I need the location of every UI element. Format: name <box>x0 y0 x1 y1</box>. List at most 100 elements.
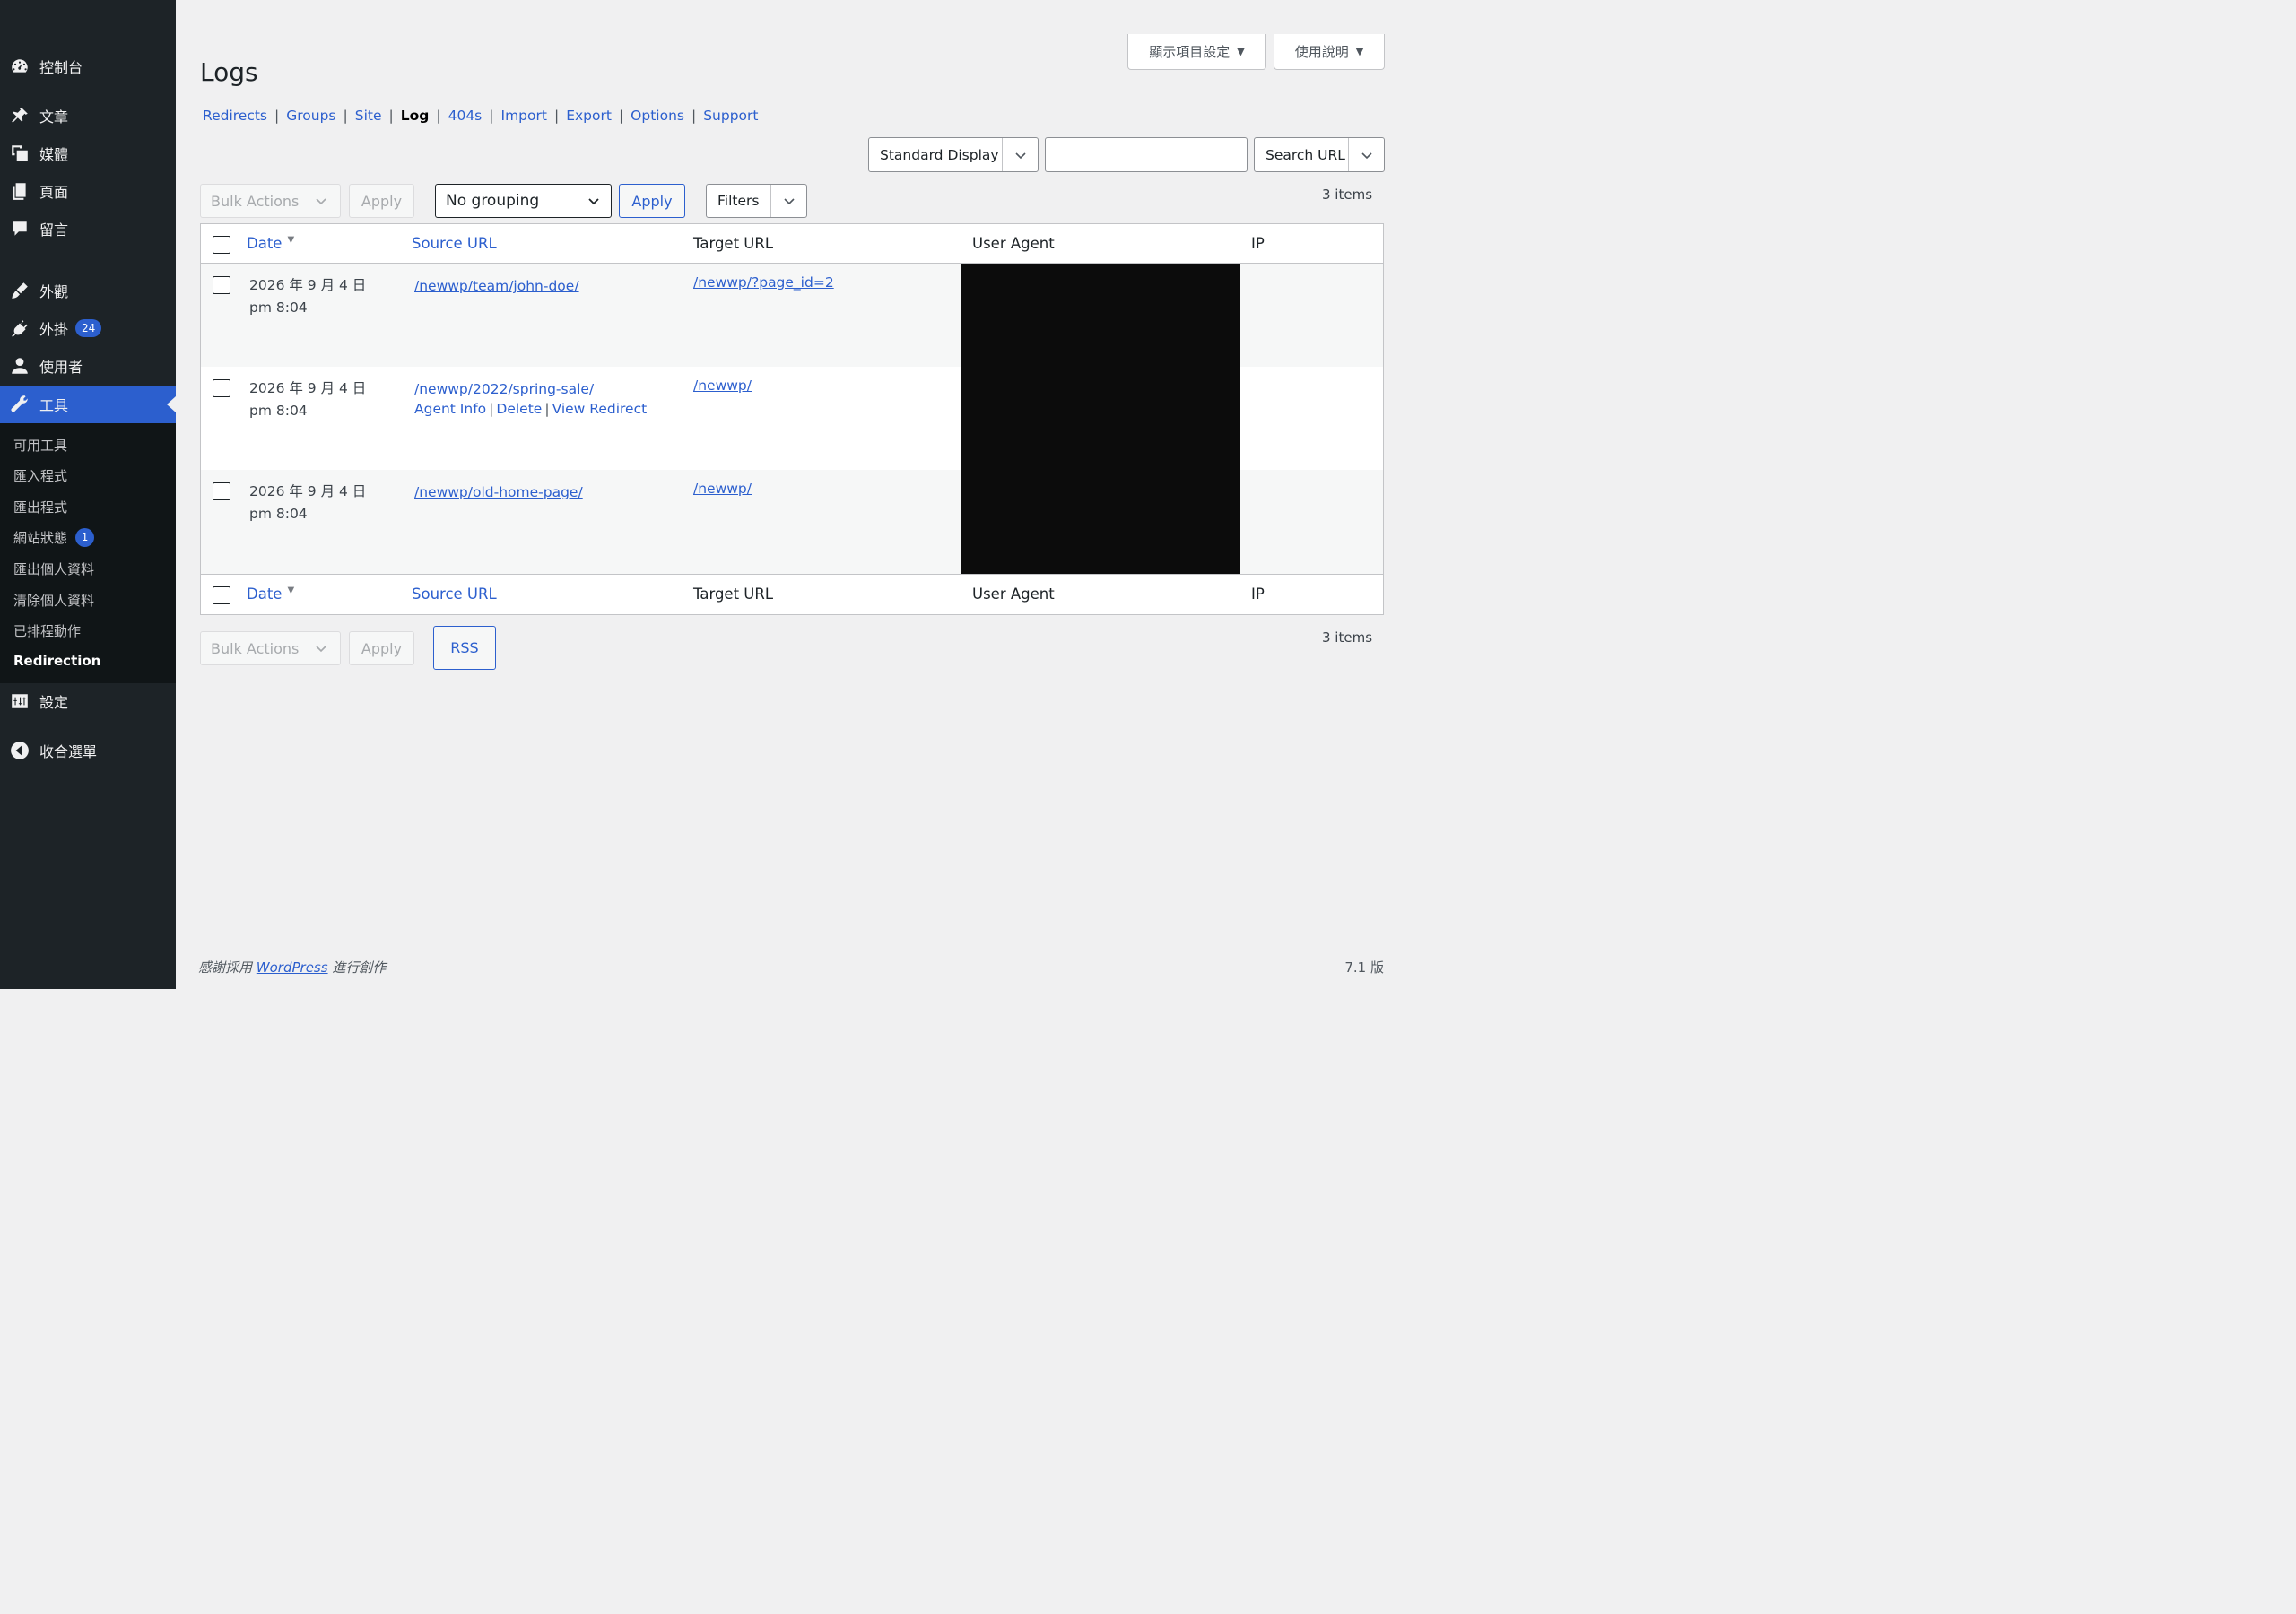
search-url-button[interactable]: Search URL <box>1254 137 1385 172</box>
menu-users[interactable]: 使用者 <box>0 347 176 385</box>
row-checkbox[interactable] <box>213 276 230 294</box>
view-redirect-link[interactable]: View Redirect <box>552 401 648 417</box>
submenu-available-tools[interactable]: 可用工具 <box>13 436 67 455</box>
table-footer: Date ▼ Source URL Target URL User Agent I… <box>201 574 1383 613</box>
wordpress-link[interactable]: WordPress <box>257 959 328 976</box>
screen-options-button[interactable]: 顯示項目設定 ▼ <box>1127 34 1266 70</box>
menu-plugins[interactable]: 外掛 24 <box>0 309 176 347</box>
help-button[interactable]: 使用說明 ▼ <box>1274 34 1385 70</box>
select-all-checkbox[interactable] <box>213 236 230 254</box>
chevron-down-icon[interactable] <box>1348 138 1384 171</box>
chevron-down-icon <box>588 198 599 205</box>
menu-label: 外觀 <box>39 283 69 300</box>
submenu-export-personal-data[interactable]: 匯出個人資料 <box>13 560 94 578</box>
row-time-line: pm 8:04 <box>249 299 308 316</box>
sort-down-icon: ▼ <box>287 235 295 245</box>
row-source-url[interactable]: /newwp/2022/spring-sale/ <box>414 377 594 401</box>
page-title: Logs <box>200 57 258 87</box>
bulk-apply-button-bottom[interactable]: Apply <box>349 631 414 665</box>
rss-button[interactable]: RSS <box>433 626 496 670</box>
column-source-url[interactable]: Source URL <box>412 235 497 252</box>
row-checkbox[interactable] <box>213 379 230 397</box>
nav-separator: | <box>618 108 624 124</box>
menu-settings[interactable]: 設定 <box>0 682 176 720</box>
menu-label: 收合選單 <box>39 743 98 760</box>
collapse-icon <box>9 740 30 761</box>
submenu-redirection[interactable]: Redirection <box>13 653 100 669</box>
menu-label: 媒體 <box>39 146 69 163</box>
submenu-label: 網站狀態 <box>13 530 68 546</box>
help-label: 使用說明 <box>1294 44 1349 60</box>
nav-import[interactable]: Import <box>501 108 547 124</box>
nav-separator: | <box>343 108 348 124</box>
column-target-url: Target URL <box>693 235 774 252</box>
menu-comments[interactable]: 留言 <box>0 210 176 247</box>
collapse-menu-button[interactable]: 收合選單 <box>0 732 176 769</box>
footer-thanks-suffix: 進行創作 <box>327 959 387 976</box>
column-user-agent: User Agent <box>972 235 1055 252</box>
menu-pages[interactable]: 頁面 <box>0 172 176 210</box>
display-mode-select[interactable]: Standard Display <box>868 137 1039 172</box>
delete-link[interactable]: Delete <box>496 401 542 417</box>
menu-media[interactable]: 媒體 <box>0 134 176 172</box>
main-content: 顯示項目設定 ▼ 使用說明 ▼ Logs Redirects | Groups | Si… <box>176 0 1406 989</box>
nav-site[interactable]: Site <box>355 108 382 124</box>
column-date-footer[interactable]: Date ▼ <box>247 586 294 603</box>
table-header: Date ▼ Source URL Target URL User Agent I… <box>201 224 1383 264</box>
submenu-export[interactable]: 匯出程式 <box>13 498 67 516</box>
nav-options[interactable]: Options <box>631 108 684 124</box>
submenu-scheduled-actions[interactable]: 已排程動作 <box>13 621 81 640</box>
nav-export[interactable]: Export <box>566 108 612 124</box>
column-source-url-footer[interactable]: Source URL <box>412 586 497 603</box>
menu-tools[interactable]: 工具 <box>0 386 176 423</box>
chevron-down-icon[interactable] <box>770 185 806 217</box>
nav-separator: | <box>388 108 394 124</box>
row-target-url[interactable]: /newwp/?page_id=2 <box>693 274 834 291</box>
row-time-line: pm 8:04 <box>249 403 308 419</box>
row-time-line: pm 8:04 <box>249 506 308 522</box>
menu-dashboard[interactable]: 控制台 <box>0 48 176 85</box>
nav-groups[interactable]: Groups <box>286 108 335 124</box>
screen-options-label: 顯示項目設定 <box>1149 44 1231 60</box>
nav-separator: | <box>436 108 441 124</box>
site-health-badge: 1 <box>75 528 95 547</box>
grouping-select[interactable]: No grouping <box>435 184 612 218</box>
bulk-apply-button[interactable]: Apply <box>349 184 414 218</box>
select-all-checkbox-footer[interactable] <box>213 586 230 604</box>
row-checkbox[interactable] <box>213 482 230 500</box>
bulk-actions-value: Bulk Actions <box>211 639 300 657</box>
submenu-site-health[interactable]: 網站狀態 1 <box>13 528 95 547</box>
grouping-value: No grouping <box>446 192 540 210</box>
column-date[interactable]: Date ▼ <box>247 235 294 252</box>
row-source-url[interactable]: /newwp/team/john-doe/ <box>414 274 579 298</box>
nav-separator: | <box>553 108 560 124</box>
column-ip: IP <box>1251 235 1265 252</box>
plugins-update-badge: 24 <box>75 319 102 337</box>
submenu-label: 匯入程式 <box>13 468 68 484</box>
menu-label: 外掛 <box>39 321 69 338</box>
search-input[interactable] <box>1045 137 1248 172</box>
bulk-actions-select[interactable]: Bulk Actions <box>200 184 341 218</box>
nav-404s[interactable]: 404s <box>448 108 483 124</box>
footer-thanks-prefix: 感謝採用 <box>198 959 257 976</box>
row-target-url[interactable]: /newwp/ <box>693 377 752 394</box>
filters-select[interactable]: Filters <box>706 184 807 218</box>
submenu-erase-personal-data[interactable]: 清除個人資料 <box>13 591 94 610</box>
grouping-apply-button[interactable]: Apply <box>619 184 685 218</box>
bulk-actions-select-bottom[interactable]: Bulk Actions <box>200 631 341 665</box>
redirection-nav: Redirects | Groups | Site | Log | 404s | Impo… <box>203 108 759 124</box>
row-date-line: 2026 年 9 月 4 日 <box>249 483 367 499</box>
column-user-agent-footer: User Agent <box>972 586 1055 603</box>
submenu-import[interactable]: 匯入程式 <box>13 466 67 485</box>
nav-support[interactable]: Support <box>703 108 758 124</box>
comments-icon <box>9 218 30 239</box>
items-count-top: 3 items <box>1322 187 1373 203</box>
row-source-url[interactable]: /newwp/old-home-page/ <box>414 481 583 504</box>
menu-posts[interactable]: 文章 <box>0 97 176 134</box>
agent-info-link[interactable]: Agent Info <box>414 401 486 417</box>
menu-appearance[interactable]: 外觀 <box>0 272 176 309</box>
menu-label: 文章 <box>39 108 69 126</box>
nav-redirects[interactable]: Redirects <box>203 108 267 124</box>
nav-log[interactable]: Log <box>401 108 430 124</box>
row-target-url[interactable]: /newwp/ <box>693 481 752 497</box>
